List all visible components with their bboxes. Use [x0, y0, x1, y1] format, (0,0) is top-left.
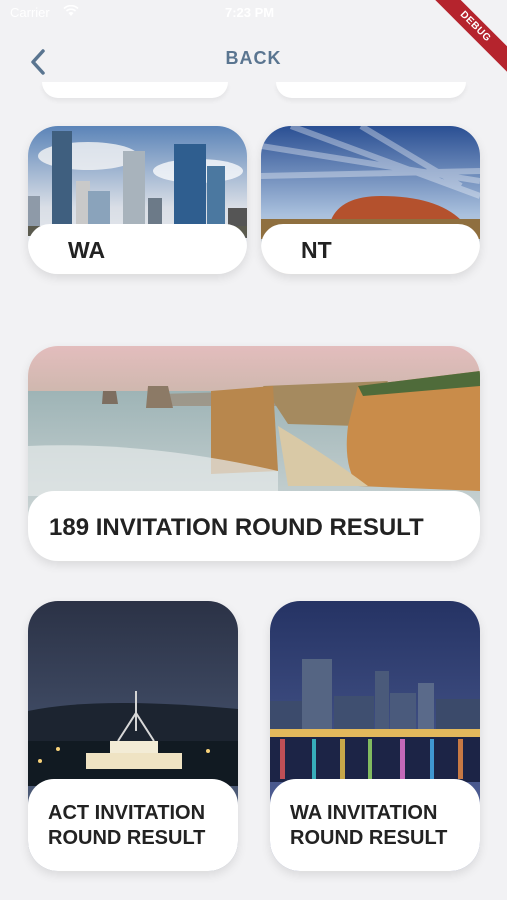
- card-title: WA: [68, 237, 106, 263]
- card-title: NT: [301, 237, 332, 263]
- card-stub-left[interactable]: [42, 82, 228, 98]
- carrier-label: Carrier: [10, 5, 50, 20]
- card-act-invitation-round-result[interactable]: ACT INVITATION ROUND RESULT: [28, 601, 238, 871]
- back-title[interactable]: BACK: [0, 48, 507, 69]
- card-label: NT: [261, 224, 480, 274]
- status-time: 7:23 PM: [225, 5, 275, 20]
- card-189-invitation-round-result[interactable]: 189 INVITATION ROUND RESULT: [28, 346, 480, 561]
- card-nt[interactable]: NT: [261, 126, 480, 274]
- card-wa-invitation-round-result[interactable]: WA INVITATION ROUND RESULT: [270, 601, 480, 871]
- card-label: WA: [28, 224, 247, 274]
- wifi-icon: [63, 4, 79, 20]
- card-label: ACT INVITATION ROUND RESULT: [28, 779, 238, 871]
- card-stub-right[interactable]: [276, 82, 466, 98]
- card-title: WA INVITATION ROUND RESULT: [290, 802, 448, 849]
- card-wa[interactable]: WA: [28, 126, 247, 274]
- card-label: WA INVITATION ROUND RESULT: [270, 779, 480, 871]
- card-label: 189 INVITATION ROUND RESULT: [28, 491, 480, 561]
- card-title: 189 INVITATION ROUND RESULT: [49, 514, 424, 541]
- card-title: ACT INVITATION ROUND RESULT: [48, 802, 206, 849]
